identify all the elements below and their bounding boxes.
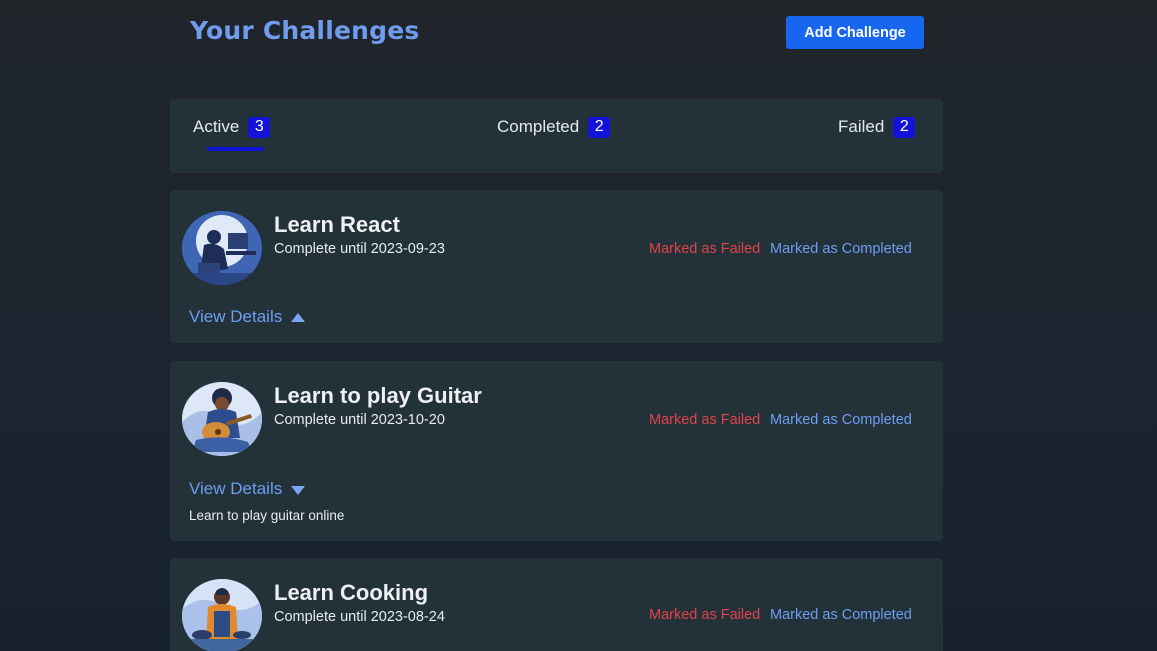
person-at-computer-illustration — [182, 211, 262, 285]
challenge-avatar — [182, 579, 262, 651]
challenge-avatar — [182, 211, 262, 285]
mark-failed-link[interactable]: Marked as Failed — [649, 241, 760, 257]
count-badge: 3 — [248, 116, 271, 138]
view-details-label: View Details — [189, 307, 283, 326]
challenge-card: Learn React Complete until 2023-09-23 Ma… — [170, 190, 943, 343]
challenge-deadline: Complete until 2023-10-20 — [274, 412, 445, 428]
add-challenge-button[interactable]: Add Challenge — [786, 16, 924, 49]
count-badge: 2 — [588, 116, 611, 138]
challenge-deadline: Complete until 2023-09-23 — [274, 241, 445, 257]
challenge-card: Learn Cooking Complete until 2023-08-24 … — [170, 558, 943, 651]
person-cooking-illustration — [182, 579, 262, 651]
count-badge: 2 — [893, 116, 916, 138]
view-details-label: View Details — [189, 479, 283, 498]
mark-completed-link[interactable]: Marked as Completed — [770, 607, 912, 623]
person-playing-guitar-illustration — [182, 382, 262, 456]
active-tab-indicator — [207, 147, 264, 151]
tab-failed[interactable]: Failed 2 — [838, 115, 916, 139]
challenge-tabs: Active 3 Completed 2 Failed 2 — [170, 99, 943, 173]
view-details-toggle[interactable]: View Details — [189, 479, 306, 499]
challenge-title: Learn React — [274, 212, 400, 237]
page-header: Your Challenges Add Challenge — [0, 0, 1157, 70]
tab-label: Completed — [497, 117, 580, 136]
challenge-card: Learn to play Guitar Complete until 2023… — [170, 361, 943, 541]
tab-completed[interactable]: Completed 2 — [497, 115, 611, 139]
mark-failed-link[interactable]: Marked as Failed — [649, 607, 760, 623]
caret-up-icon — [291, 312, 306, 322]
caret-down-icon — [291, 486, 306, 495]
tab-label: Failed — [838, 117, 885, 136]
tab-label: Active — [193, 117, 240, 136]
page-title: Your Challenges — [190, 16, 420, 45]
mark-completed-link[interactable]: Marked as Completed — [770, 412, 912, 428]
view-details-toggle[interactable]: View Details — [189, 307, 306, 327]
challenge-title: Learn Cooking — [274, 580, 429, 605]
challenge-avatar — [182, 382, 262, 456]
challenge-title: Learn to play Guitar — [274, 383, 482, 408]
challenge-deadline: Complete until 2023-08-24 — [274, 609, 445, 625]
challenge-description: Learn to play guitar online — [189, 508, 345, 523]
tab-active[interactable]: Active 3 — [193, 115, 271, 139]
mark-completed-link[interactable]: Marked as Completed — [770, 241, 912, 257]
mark-failed-link[interactable]: Marked as Failed — [649, 412, 760, 428]
